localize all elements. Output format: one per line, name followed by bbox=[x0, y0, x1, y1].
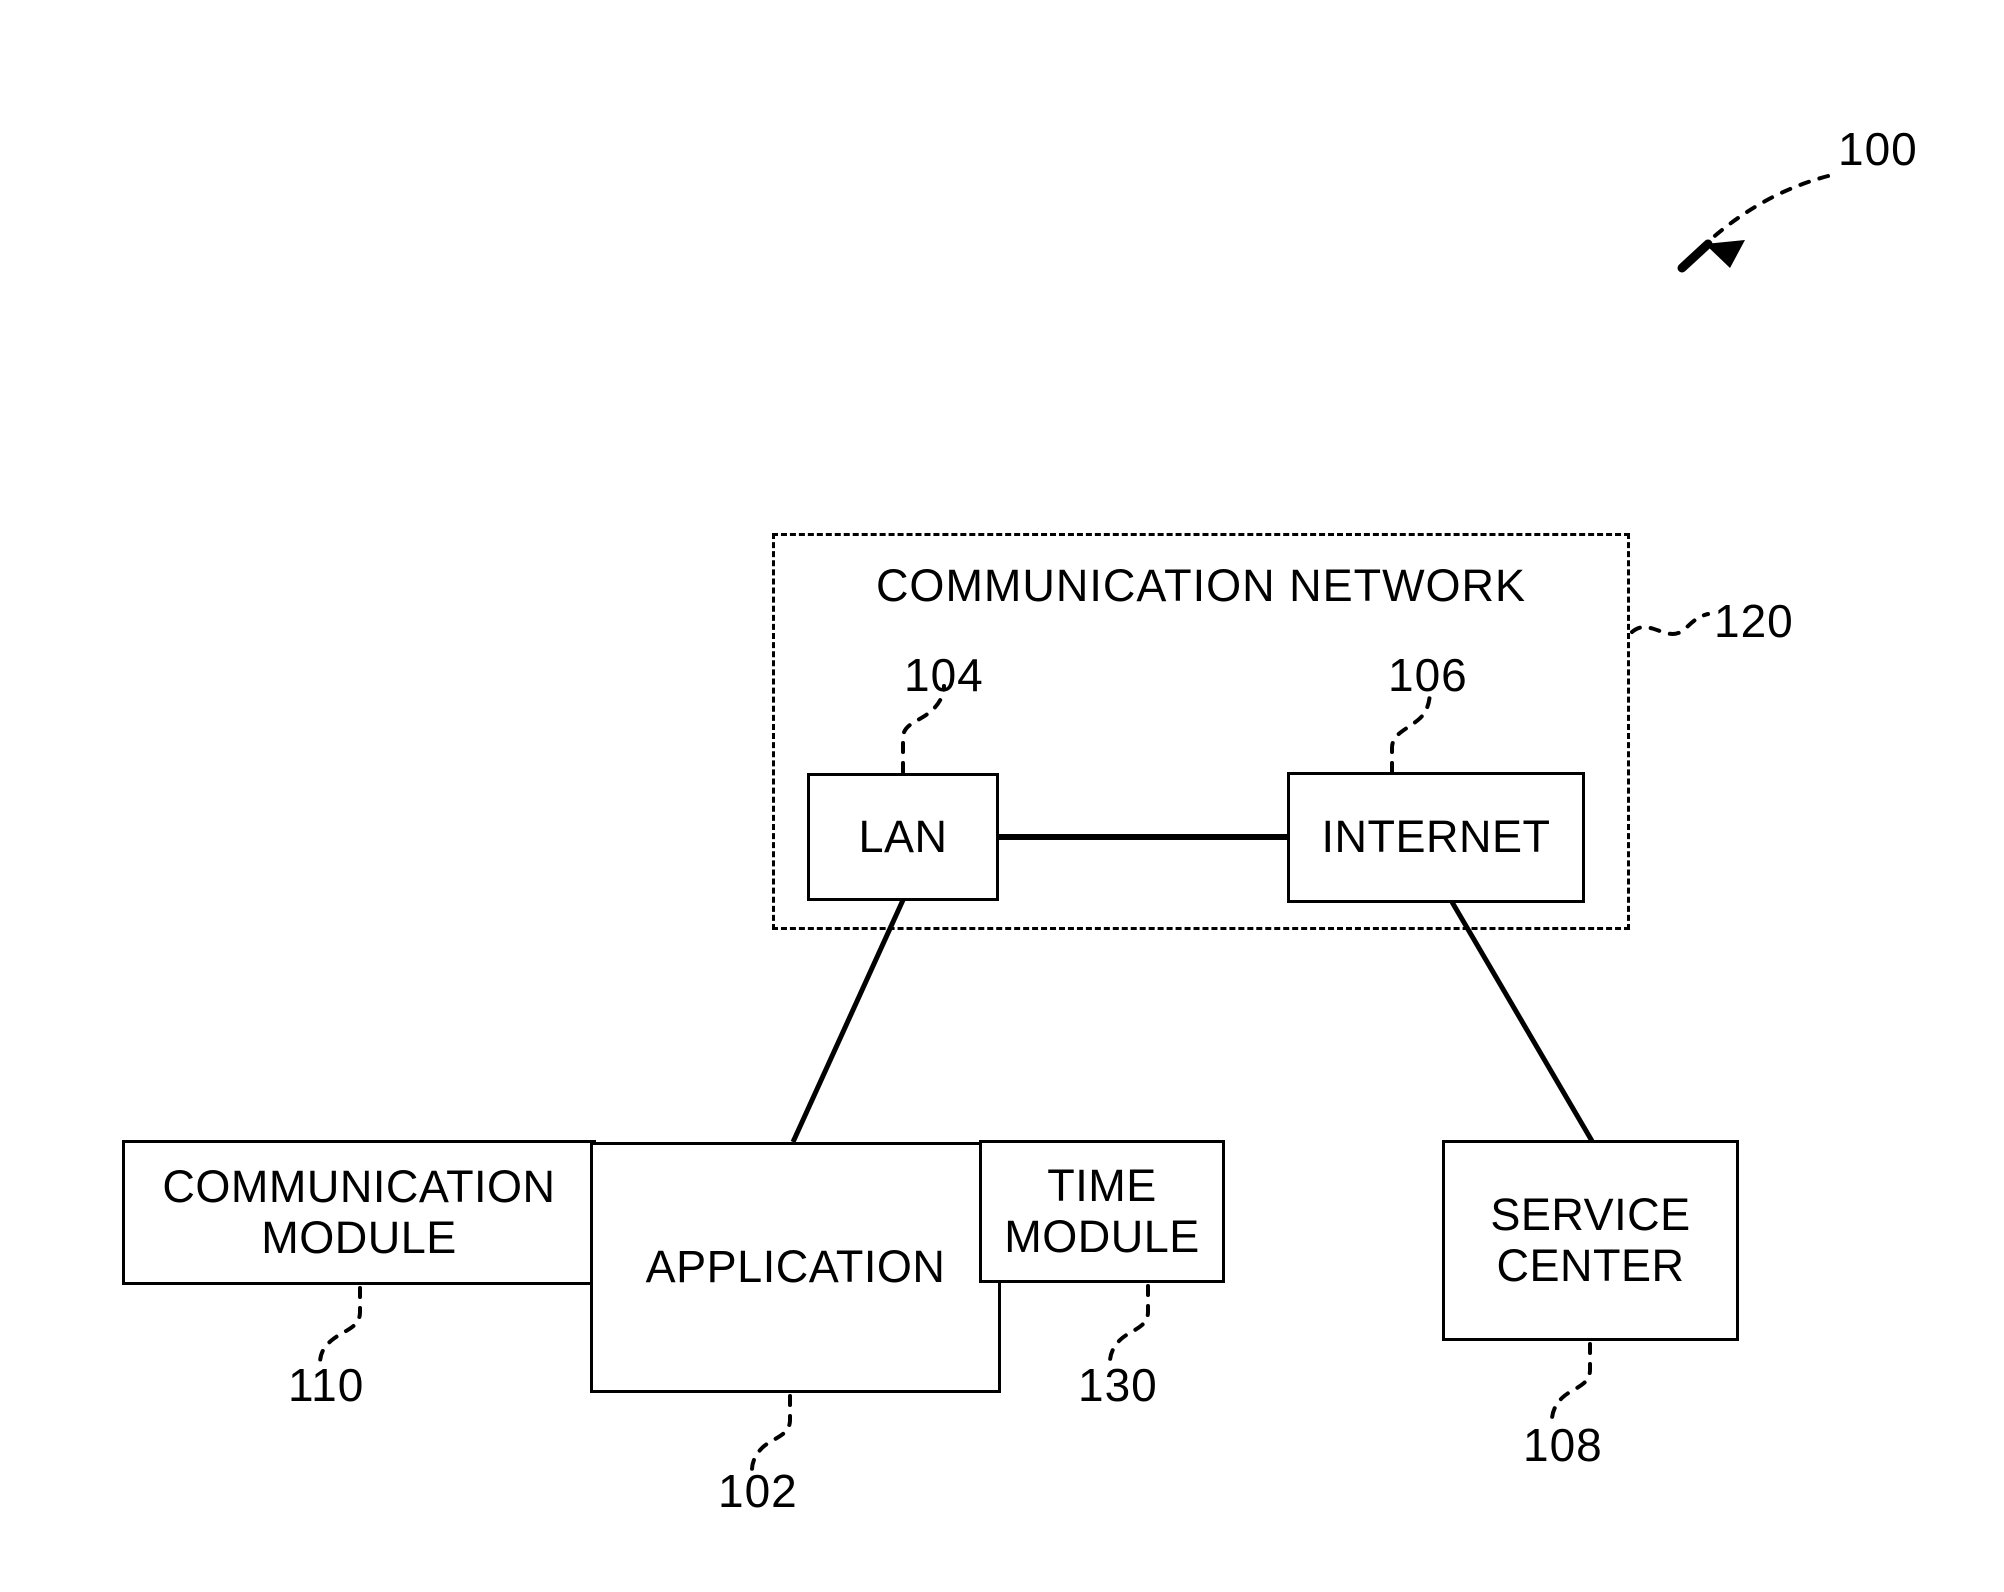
connector-lan-application bbox=[790, 898, 906, 1144]
reference-numeral-100: 100 bbox=[1838, 123, 1918, 175]
node-communication-module-label: COMMUNICATION MODULE bbox=[162, 1161, 556, 1263]
node-lan-label: LAN bbox=[858, 810, 948, 862]
reference-numeral-102: 102 bbox=[718, 1465, 798, 1517]
arrow-tail-100 bbox=[1677, 239, 1713, 273]
node-application[interactable]: APPLICATION bbox=[590, 1142, 1001, 1393]
leader-line-100 bbox=[1708, 174, 1830, 242]
reference-numeral-104: 104 bbox=[904, 649, 984, 701]
reference-numeral-120: 120 bbox=[1714, 595, 1794, 647]
node-lan[interactable]: LAN bbox=[807, 773, 999, 901]
patent-figure: COMMUNICATION NETWORK LAN INTERNET COMMU… bbox=[0, 0, 2004, 1592]
reference-numeral-108: 108 bbox=[1523, 1419, 1603, 1471]
node-internet[interactable]: INTERNET bbox=[1287, 772, 1585, 903]
reference-numeral-106: 106 bbox=[1388, 649, 1468, 701]
leader-line-130 bbox=[1108, 1284, 1150, 1364]
connector-internet-service-center bbox=[1449, 900, 1595, 1143]
communication-network-title: COMMUNICATION NETWORK bbox=[875, 560, 1527, 611]
node-communication-module-line2: MODULE bbox=[261, 1211, 457, 1263]
leader-line-120 bbox=[1630, 612, 1710, 636]
node-time-module-line2: MODULE bbox=[1004, 1210, 1200, 1262]
node-service-center-line2: CENTER bbox=[1496, 1239, 1685, 1291]
node-internet-label: INTERNET bbox=[1321, 811, 1551, 863]
leader-line-110 bbox=[318, 1286, 362, 1366]
node-communication-module-line1: COMMUNICATION bbox=[162, 1161, 556, 1213]
node-service-center[interactable]: SERVICE CENTER bbox=[1442, 1140, 1739, 1341]
node-application-label: APPLICATION bbox=[645, 1241, 946, 1293]
node-service-center-line1: SERVICE bbox=[1490, 1189, 1691, 1241]
node-time-module[interactable]: TIME MODULE bbox=[979, 1140, 1225, 1283]
reference-numeral-130: 130 bbox=[1078, 1359, 1158, 1411]
node-time-module-line1: TIME bbox=[1047, 1160, 1157, 1212]
node-service-center-label: SERVICE CENTER bbox=[1490, 1189, 1691, 1291]
leader-line-108 bbox=[1550, 1342, 1592, 1422]
reference-numeral-110: 110 bbox=[288, 1359, 365, 1411]
node-communication-module[interactable]: COMMUNICATION MODULE bbox=[122, 1140, 596, 1285]
leader-line-102 bbox=[750, 1394, 792, 1472]
node-time-module-label: TIME MODULE bbox=[1004, 1160, 1200, 1262]
